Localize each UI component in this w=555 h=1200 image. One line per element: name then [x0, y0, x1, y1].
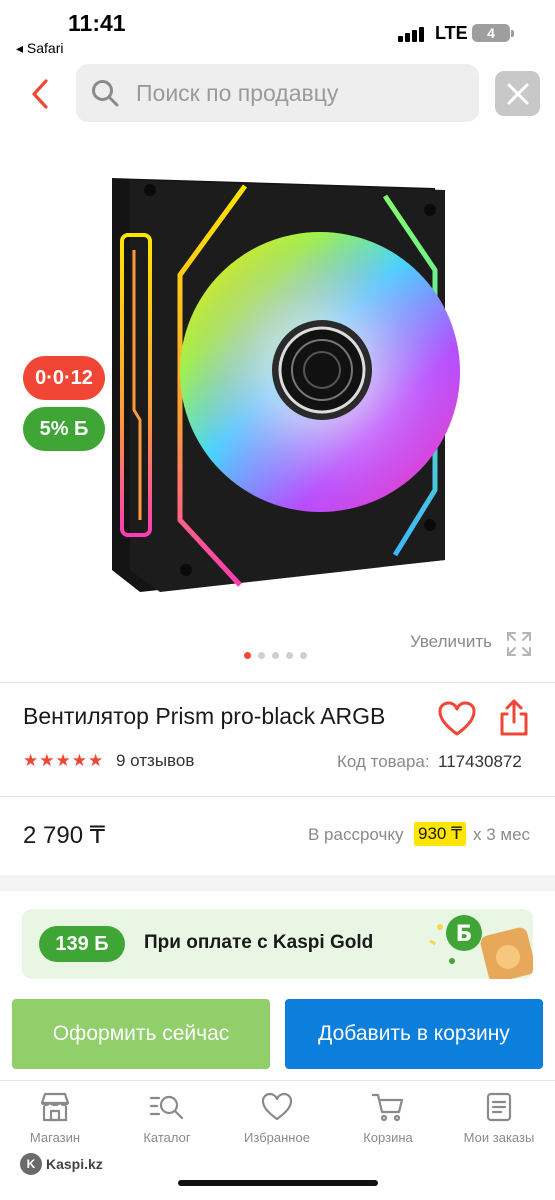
divider	[0, 682, 555, 683]
battery-icon: 4	[472, 24, 510, 42]
status-time: 11:41	[68, 10, 126, 36]
catalog-icon	[149, 1095, 184, 1120]
pagination-dot[interactable]	[258, 652, 265, 659]
bonus-badge: 5% Б	[23, 407, 105, 451]
product-code-label: Код товара:	[337, 752, 430, 771]
back-to-safari[interactable]: ◂ Safari	[16, 40, 64, 57]
pagination-dot[interactable]	[244, 652, 251, 659]
chevron-left-icon	[32, 79, 48, 109]
kaspi-brand-text: Kaspi.kz	[46, 1156, 103, 1172]
pagination-dot[interactable]	[300, 652, 307, 659]
installment-months: х 3 мес	[473, 825, 531, 844]
share-icon[interactable]	[498, 699, 530, 737]
favorite-heart-icon[interactable]	[438, 701, 476, 737]
tab-label: Каталог	[143, 1130, 191, 1145]
zoom-button[interactable]: Увеличить	[410, 632, 492, 652]
rating-stars: ★ ★ ★ ★ ★	[23, 752, 103, 770]
close-icon	[507, 83, 528, 104]
reviews-link[interactable]: 9 отзывов	[116, 751, 194, 771]
status-bar: 11:41 ◂ Safari LTE 4	[0, 0, 555, 62]
close-button[interactable]	[495, 71, 540, 116]
store-icon	[40, 1092, 70, 1122]
pagination-dot[interactable]	[286, 652, 293, 659]
pagination-dot[interactable]	[272, 652, 279, 659]
tab-store[interactable]: Магазин	[5, 1092, 105, 1145]
search-input[interactable]: Поиск по продавцу	[76, 64, 479, 122]
back-button[interactable]	[24, 74, 56, 114]
tab-favorites[interactable]: Избранное	[227, 1092, 327, 1145]
kaspi-gold-banner[interactable]: 139 Б При оплате с Kaspi Gold Б	[22, 909, 533, 979]
expand-icon[interactable]	[505, 630, 533, 658]
product-code-value: 117430872	[438, 752, 522, 771]
gallery-pagination	[244, 652, 307, 659]
svg-text:Б: Б	[456, 922, 473, 947]
installment-badge: 0·0·12	[23, 356, 105, 400]
star-icon: ★	[71, 751, 87, 770]
kaspi-brand: K Kaspi.kz	[20, 1153, 103, 1175]
installment-label: В рассрочку	[308, 825, 404, 844]
tab-catalog[interactable]: Каталог	[117, 1092, 217, 1145]
search-icon	[92, 80, 119, 107]
gold-banner-text: При оплате с Kaspi Gold	[144, 932, 374, 953]
heart-icon	[261, 1092, 293, 1121]
orders-icon	[486, 1092, 512, 1122]
tab-label: Избранное	[244, 1130, 310, 1145]
tab-label: Корзина	[363, 1130, 413, 1145]
divider	[0, 796, 555, 797]
cart-icon	[371, 1093, 404, 1122]
kaspi-logo-icon: K	[20, 1153, 42, 1175]
add-to-cart-button[interactable]: Добавить в корзину	[285, 999, 543, 1069]
product-title: Вентилятор Prism pro-black ARGB	[23, 703, 386, 729]
gold-bonus-pill: 139 Б	[39, 926, 125, 962]
network-label: LTE	[435, 23, 468, 43]
tab-label: Мои заказы	[463, 1130, 535, 1145]
product-image[interactable]	[100, 160, 460, 600]
product-price: 2 790 ₸	[23, 822, 105, 849]
search-placeholder: Поиск по продавцу	[136, 80, 339, 106]
star-icon: ★	[23, 751, 39, 770]
tab-orders[interactable]: Мои заказы	[449, 1092, 549, 1145]
bonus-coin-icon: Б	[429, 915, 533, 979]
tab-cart[interactable]: Корзина	[338, 1092, 438, 1145]
star-icon: ★	[39, 751, 55, 770]
installment-amount: 930 ₸	[414, 822, 466, 846]
home-indicator[interactable]	[178, 1180, 378, 1186]
battery-cap	[511, 30, 514, 37]
star-icon: ★	[88, 751, 104, 770]
tab-label: Магазин	[29, 1130, 81, 1145]
section-gap	[0, 875, 555, 891]
star-icon: ★	[55, 751, 71, 770]
buy-now-button[interactable]: Оформить сейчас	[12, 999, 270, 1069]
signal-icon	[398, 26, 428, 42]
